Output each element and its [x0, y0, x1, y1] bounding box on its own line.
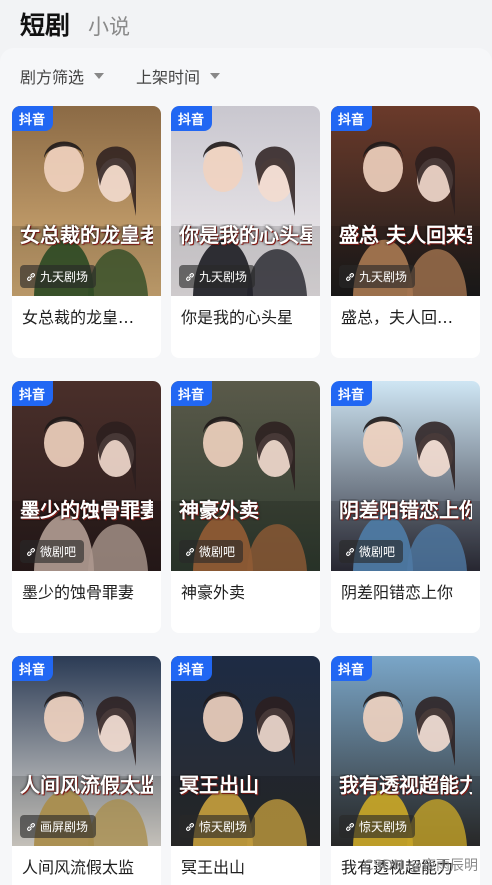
- link-icon: [346, 822, 354, 831]
- source-badge: 九天剧场: [20, 265, 97, 288]
- poster-image[interactable]: 女总裁的龙皇老公 抖音 九天剧场: [12, 106, 161, 296]
- source-label: 微剧吧: [359, 545, 396, 559]
- poster-title-art: 阴差阳错恋上你: [339, 499, 472, 521]
- drama-title[interactable]: 女总裁的龙皇…: [22, 304, 154, 328]
- drama-card[interactable]: 冥王出山 抖音 惊天剧场 冥王出山: [171, 656, 320, 885]
- platform-badge: 抖音: [171, 381, 213, 406]
- source-badge: 画屏剧场: [20, 815, 97, 838]
- drama-title[interactable]: 墨少的蚀骨罪妻: [22, 579, 154, 603]
- platform-badge: 抖音: [331, 106, 373, 131]
- link-icon: [27, 822, 35, 831]
- poster-image[interactable]: 阴差阳错恋上你 抖音 微剧吧: [331, 381, 480, 571]
- poster-image[interactable]: 神豪外卖 抖音 微剧吧: [171, 381, 320, 571]
- poster-title-art: 墨少的蚀骨罪妻: [20, 499, 153, 521]
- poster-title-art: 冥王出山: [179, 774, 259, 796]
- platform-badge: 抖音: [12, 106, 54, 131]
- poster-image[interactable]: 墨少的蚀骨罪妻 抖音 微剧吧: [12, 381, 161, 571]
- drama-title[interactable]: 阴差阳错恋上你: [341, 579, 473, 603]
- source-label: 九天剧场: [359, 270, 408, 284]
- link-icon: [186, 822, 194, 831]
- drama-title[interactable]: 冥王出山: [181, 854, 313, 878]
- poster-title-art: 我有透视超能力: [339, 774, 472, 796]
- poster-title-art: 女总裁的龙皇老公: [20, 224, 153, 246]
- poster-image[interactable]: 你是我的心头星 抖音 九天剧场: [171, 106, 320, 296]
- poster-image[interactable]: 冥王出山 抖音 惊天剧场: [171, 656, 320, 846]
- drama-title[interactable]: 神豪外卖: [181, 579, 313, 603]
- drama-card[interactable]: 盛总 夫人回来要休你 抖音 九天剧场 盛总，夫人回…: [331, 106, 480, 358]
- platform-badge: 抖音: [331, 656, 373, 681]
- source-badge: 九天剧场: [179, 265, 256, 288]
- poster-title-art: 你是我的心头星: [179, 224, 312, 246]
- source-label: 九天剧场: [199, 270, 248, 284]
- poster-image[interactable]: 盛总 夫人回来要休你 抖音 九天剧场: [331, 106, 480, 296]
- drama-card[interactable]: 人间风流假太监 抖音 画屏剧场 人间风流假太监: [12, 656, 161, 885]
- source-label: 惊天剧场: [359, 820, 408, 834]
- source-badge: 微剧吧: [179, 540, 244, 563]
- source-label: 画屏剧场: [40, 820, 89, 834]
- drama-title[interactable]: 盛总，夫人回…: [341, 304, 473, 328]
- source-label: 微剧吧: [199, 545, 236, 559]
- source-badge: 微剧吧: [20, 540, 85, 563]
- source-badge: 惊天剧场: [179, 815, 256, 838]
- drama-grid: 女总裁的龙皇老公 抖音 九天剧场 女总裁的龙皇…: [0, 0, 492, 885]
- link-icon: [346, 272, 354, 281]
- drama-card[interactable]: 女总裁的龙皇老公 抖音 九天剧场 女总裁的龙皇…: [12, 106, 161, 358]
- source-badge: 九天剧场: [339, 265, 416, 288]
- link-icon: [27, 272, 35, 281]
- drama-card[interactable]: 墨少的蚀骨罪妻 抖音 微剧吧 墨少的蚀骨罪妻: [12, 381, 161, 633]
- watermark: CSDN @夜雨辰明: [363, 858, 478, 874]
- source-badge: 微剧吧: [339, 540, 404, 563]
- poster-title-art: 神豪外卖: [179, 499, 259, 521]
- source-badge: 惊天剧场: [339, 815, 416, 838]
- link-icon: [186, 547, 194, 556]
- source-label: 微剧吧: [40, 545, 77, 559]
- source-label: 惊天剧场: [199, 820, 248, 834]
- platform-badge: 抖音: [12, 381, 54, 406]
- platform-badge: 抖音: [171, 106, 213, 131]
- drama-card[interactable]: 阴差阳错恋上你 抖音 微剧吧 阴差阳错恋上你: [331, 381, 480, 633]
- drama-title[interactable]: 人间风流假太监: [22, 854, 154, 878]
- link-icon: [346, 547, 354, 556]
- drama-title[interactable]: 你是我的心头星: [181, 304, 313, 328]
- poster-title-art: 盛总 夫人回来要休你: [339, 224, 472, 246]
- link-icon: [186, 272, 194, 281]
- platform-badge: 抖音: [331, 381, 373, 406]
- platform-badge: 抖音: [12, 656, 54, 681]
- poster-image[interactable]: 我有透视超能力 抖音 惊天剧场: [331, 656, 480, 846]
- poster-image[interactable]: 人间风流假太监 抖音 画屏剧场: [12, 656, 161, 846]
- drama-card[interactable]: 神豪外卖 抖音 微剧吧 神豪外卖: [171, 381, 320, 633]
- drama-card[interactable]: 你是我的心头星 抖音 九天剧场 你是我的心头星: [171, 106, 320, 358]
- platform-badge: 抖音: [171, 656, 213, 681]
- link-icon: [27, 547, 35, 556]
- drama-card[interactable]: 我有透视超能力 抖音 惊天剧场 我有透视超能力: [331, 656, 480, 885]
- source-label: 九天剧场: [40, 270, 89, 284]
- poster-title-art: 人间风流假太监: [20, 774, 153, 796]
